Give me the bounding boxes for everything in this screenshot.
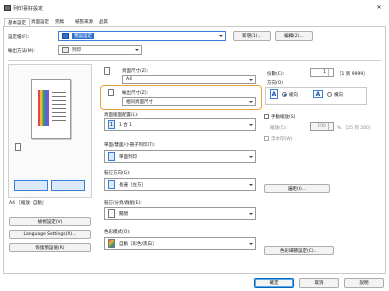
chevron-down-icon	[135, 49, 139, 51]
profile-icon	[62, 33, 69, 39]
color-mode-icon	[108, 239, 115, 248]
chevron-down-icon	[249, 100, 253, 103]
preview-text-lines	[52, 92, 66, 124]
orientation-label: 方向(O)	[267, 81, 284, 86]
output-size-icon	[108, 89, 114, 96]
window-title: 列印喜好設定	[13, 6, 44, 12]
chevron-down-icon	[219, 35, 223, 37]
output-method-select[interactable]: 列印	[58, 45, 142, 55]
print-style-label: 單面/雙面/小冊子列印(T):	[104, 143, 156, 148]
manual-scaling-label: 手動縮放(S)	[271, 115, 296, 120]
printer-view-button[interactable]	[14, 180, 48, 191]
preview-area	[8, 64, 92, 198]
watermark-checkbox[interactable]	[264, 136, 269, 141]
ok-button[interactable]: 確定	[254, 278, 294, 288]
chevron-down-icon	[249, 242, 253, 245]
binding-left-icon	[108, 180, 115, 189]
landscape-label: 橫向	[334, 93, 343, 98]
edit-profile-button[interactable]: 編輯(2)...	[275, 31, 313, 41]
copies-label: 份數(C):	[267, 72, 285, 77]
tab-finishing[interactable]: 完稿	[52, 18, 67, 26]
stepper-arrows-icon[interactable]	[328, 123, 333, 130]
portrait-radio[interactable]	[282, 92, 287, 97]
page-size-icon	[104, 67, 110, 75]
color-mode-label: 色彩模式(O):	[104, 230, 131, 235]
landscape-icon: A	[313, 90, 323, 98]
margin-button[interactable]: 邊距(I)...	[264, 184, 330, 193]
output-method-label: 輸出方法(M):	[8, 49, 35, 54]
page-layout-select[interactable]: 1 1 合 1	[104, 118, 256, 131]
watermark-label: 浮水印(W)	[271, 137, 293, 142]
manual-scaling-checkbox[interactable]	[264, 114, 269, 119]
portrait-icon: A	[270, 89, 278, 99]
chevron-down-icon	[249, 212, 253, 215]
close-icon[interactable]: ✕	[375, 4, 383, 12]
printer-app-icon	[4, 5, 11, 11]
finishing-label: 裝訂/分頁/群組(E):	[104, 201, 142, 206]
portrait-label: 縱向	[289, 93, 298, 98]
tab-page-setup[interactable]: 頁面設定	[28, 18, 52, 26]
tab-basic-settings[interactable]: 基本設定	[4, 18, 30, 26]
binding-select[interactable]: 長邊［左方］	[104, 178, 256, 191]
profile-label: 設定檔(F):	[8, 35, 30, 40]
help-button[interactable]: 說明	[344, 278, 384, 288]
cancel-button[interactable]: 取消	[299, 278, 339, 288]
color-settings-button[interactable]: 色彩細節設定(C)...	[264, 246, 334, 255]
title-bar: 列印喜好設定 ✕	[0, 0, 389, 17]
add-profile-button[interactable]: 新增(1)...	[233, 31, 271, 41]
view-settings-button[interactable]: 檢視設定(V)	[9, 217, 91, 226]
finishing-off-icon	[108, 209, 115, 218]
copies-stepper[interactable]: 1	[310, 68, 334, 77]
print-style-select[interactable]: 單面列印	[104, 150, 256, 163]
chevron-down-icon	[249, 123, 253, 126]
preview-page	[31, 79, 71, 139]
tab-quality[interactable]: 品質	[96, 18, 111, 26]
page-size-select[interactable]: A4	[122, 75, 256, 84]
binding-label: 裝訂方向(G):	[104, 171, 131, 176]
print-icon	[62, 47, 69, 53]
restore-defaults-button[interactable]: 恢復預設值(R)	[9, 243, 91, 252]
color-mode-select[interactable]: 自動［彩色/黑白］	[104, 237, 256, 250]
page-size-label: 頁面尺寸(Z):	[122, 69, 149, 74]
chevron-down-icon	[249, 183, 253, 186]
preview-image	[38, 90, 49, 126]
divider	[8, 60, 381, 61]
output-size-select[interactable]: 相同頁面尺寸	[122, 97, 256, 106]
tab-paper-source[interactable]: 紙張來源	[72, 18, 96, 26]
preview-mode-buttons	[14, 180, 86, 191]
single-sided-icon	[108, 152, 115, 161]
page-layout-icon: 1	[108, 120, 115, 129]
scaling-stepper[interactable]: 100	[310, 122, 334, 131]
landscape-radio[interactable]	[327, 92, 332, 97]
copies-range: ［1 到 9999］	[337, 72, 368, 77]
scaling-label: 縮放(C):	[270, 126, 288, 131]
chevron-down-icon	[249, 155, 253, 158]
chevron-down-icon	[249, 78, 253, 81]
profile-select[interactable]: 預設設定	[58, 31, 226, 41]
layout-view-button[interactable]	[51, 180, 85, 191]
finishing-select[interactable]: 關閉	[104, 207, 256, 220]
stepper-arrows-icon[interactable]	[328, 69, 333, 76]
preview-caption: A4 ［縮放: 自動］	[9, 201, 47, 206]
scaling-range: % ［25 到 200］	[337, 126, 374, 131]
output-size-label: 輸出尺寸(Z):	[122, 91, 149, 96]
language-settings-button[interactable]: Language Settings(X)...	[9, 230, 91, 239]
preview-page-stack-icon	[15, 143, 21, 151]
